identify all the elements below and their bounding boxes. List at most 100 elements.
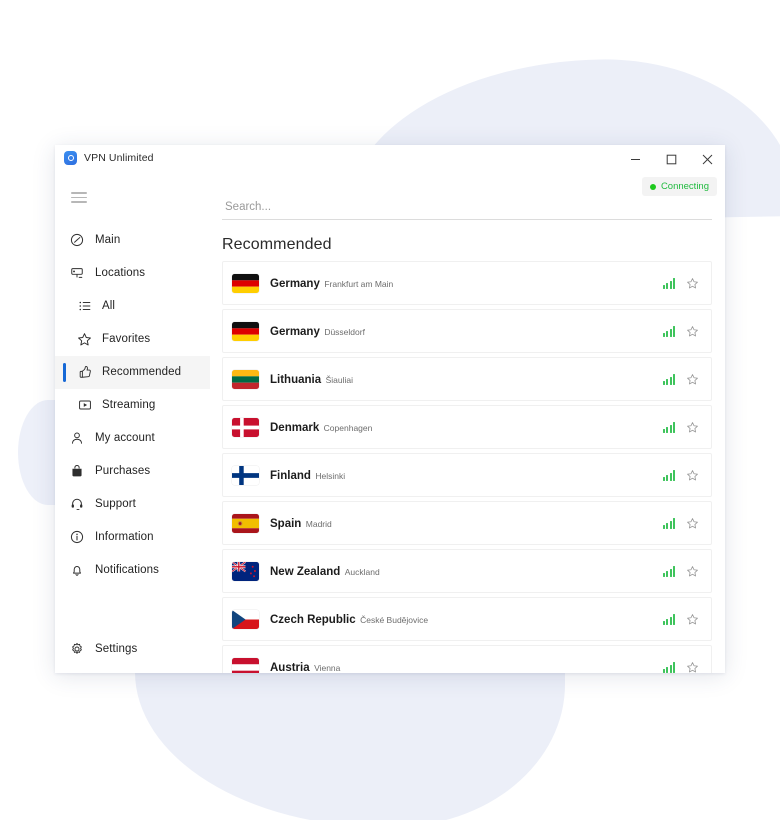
favorite-star-icon[interactable] [686, 277, 699, 290]
sidebar-item-label: Purchases [95, 465, 151, 477]
server-row-actions [662, 517, 700, 530]
close-icon[interactable] [689, 145, 725, 173]
sidebar-item-label: Support [95, 498, 136, 510]
sidebar-item-favorites[interactable]: Favorites [55, 323, 210, 356]
server-row[interactable]: Germany Frankfurt am Main [222, 261, 712, 305]
status-dot-icon [649, 183, 656, 190]
sidebar-item-label: Main [95, 234, 121, 246]
title-bar-left: VPN Unlimited [64, 151, 154, 165]
sidebar-item-label: Information [95, 531, 154, 543]
signal-strength-icon [662, 277, 675, 289]
signal-strength-icon [662, 517, 675, 529]
server-text: New Zealand Auckland [270, 562, 663, 580]
server-country: Denmark [270, 422, 320, 434]
server-country: Germany [270, 326, 320, 338]
server-row-actions [662, 613, 700, 626]
server-city: Frankfurt am Main [324, 279, 394, 289]
server-row[interactable]: Finland Helsinki [222, 453, 712, 497]
flag-icon [232, 321, 259, 341]
page-title: Recommended [222, 236, 332, 253]
server-country: New Zealand [270, 566, 341, 578]
server-row-actions [662, 421, 700, 434]
server-list: Germany Frankfurt am Main Germany Düssel… [218, 261, 712, 673]
title-bar: VPN Unlimited [55, 145, 725, 173]
sidebar-item-main[interactable]: Main [55, 224, 210, 257]
server-row[interactable]: Germany Düsseldorf [222, 309, 712, 353]
sidebar-item-my-account[interactable]: My account [55, 422, 210, 455]
server-text: Czech Republic České Budějovice [270, 610, 663, 628]
server-country: Finland [270, 470, 311, 482]
signal-strength-icon [662, 565, 675, 577]
flag-icon [232, 465, 259, 485]
server-text: Spain Madrid [270, 514, 663, 532]
server-country: Germany [270, 278, 320, 290]
flag-icon [232, 561, 259, 581]
bag-icon [69, 464, 84, 479]
favorite-star-icon[interactable] [686, 421, 699, 434]
server-row-actions [662, 277, 700, 290]
sidebar-item-label: Settings [95, 642, 138, 655]
hamburger-menu-icon[interactable] [71, 192, 87, 203]
person-icon [69, 431, 84, 446]
list-icon [77, 299, 92, 314]
favorite-star-icon[interactable] [686, 565, 699, 578]
server-row-actions [662, 469, 700, 482]
favorite-star-icon[interactable] [686, 325, 699, 338]
server-city: Vienna [314, 663, 341, 673]
sidebar-item-label: Notifications [95, 564, 159, 576]
sidebar-item-notifications[interactable]: Notifications [55, 554, 210, 587]
search-input[interactable] [222, 201, 712, 220]
server-row[interactable]: Lithuania Šiauliai [222, 357, 712, 401]
server-country: Spain [270, 518, 302, 530]
status-label: Connecting [660, 181, 709, 192]
favorite-star-icon[interactable] [686, 373, 699, 386]
flag-icon [232, 369, 259, 389]
speedometer-icon [69, 233, 84, 248]
server-city: Helsinki [315, 471, 346, 481]
favorite-star-icon[interactable] [686, 517, 699, 530]
server-text: Austria Vienna [270, 658, 663, 673]
minimize-icon[interactable] [617, 145, 653, 173]
sidebar-item-settings[interactable]: Settings [55, 632, 210, 665]
server-text: Denmark Copenhagen [270, 418, 663, 436]
server-row[interactable]: Denmark Copenhagen [222, 405, 712, 449]
server-row[interactable]: Czech Republic České Budějovice [222, 597, 712, 641]
favorite-star-icon[interactable] [686, 613, 699, 626]
status-badge[interactable]: Connecting [641, 177, 717, 196]
server-icon [69, 266, 84, 281]
sidebar-item-locations[interactable]: Locations [55, 257, 210, 290]
server-row[interactable]: Austria Vienna [222, 645, 712, 673]
sidebar-item-support[interactable]: Support [55, 488, 210, 521]
sidebar-item-label: My account [95, 432, 155, 444]
sidebar-item-label: Locations [95, 267, 146, 279]
signal-strength-icon [662, 661, 675, 673]
server-country: Czech Republic [270, 614, 356, 626]
sidebar-item-recommended[interactable]: Recommended [55, 355, 210, 389]
server-city: České Budějovice [360, 615, 429, 625]
signal-strength-icon [662, 325, 675, 337]
server-text: Germany Düsseldorf [270, 322, 663, 340]
window-body: Main Locations All Favorites Recommended… [55, 173, 725, 673]
main-panel: Recommended Germany Frankfurt am Main Ge… [210, 173, 725, 673]
server-row-actions [662, 661, 700, 674]
flag-icon [232, 513, 259, 533]
app-title: VPN Unlimited [84, 152, 154, 164]
server-row-actions [662, 565, 700, 578]
gear-icon [69, 641, 84, 656]
page-background: VPN Unlimited Connecting Main Locations … [0, 0, 780, 820]
server-row[interactable]: New Zealand Auckland [222, 549, 712, 593]
sidebar-item-streaming[interactable]: Streaming [55, 389, 210, 422]
sidebar-item-all[interactable]: All [55, 290, 210, 323]
favorite-star-icon[interactable] [686, 661, 699, 674]
sidebar-item-information[interactable]: Information [55, 521, 210, 554]
play-box-icon [77, 398, 92, 413]
server-row[interactable]: Spain Madrid [222, 501, 712, 545]
thumbs-up-icon [77, 365, 92, 380]
favorite-star-icon[interactable] [686, 469, 699, 482]
signal-strength-icon [662, 373, 675, 385]
maximize-icon[interactable] [653, 145, 689, 173]
app-window: VPN Unlimited Connecting Main Locations … [55, 145, 725, 673]
server-text: Finland Helsinki [270, 466, 663, 484]
sidebar-item-purchases[interactable]: Purchases [55, 455, 210, 488]
server-text: Germany Frankfurt am Main [270, 274, 663, 292]
